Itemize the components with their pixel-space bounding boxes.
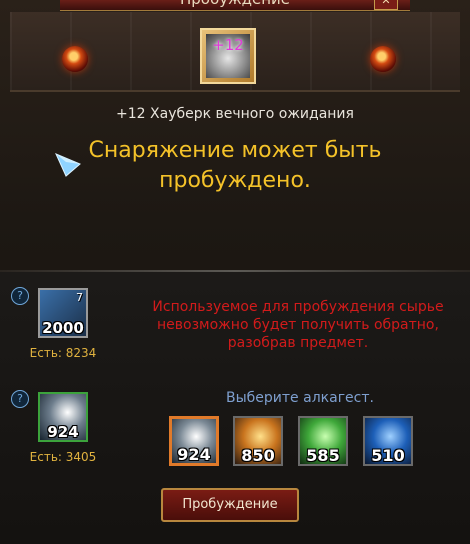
window-title: Пробуждение bbox=[60, 0, 410, 8]
choose-alkahest-label: Выберите алкагест. bbox=[226, 390, 374, 406]
enhance-level: +12 bbox=[212, 36, 244, 54]
alkahest-help-icon[interactable]: ? bbox=[11, 390, 29, 408]
warning-text: Используемое для пробуждения сырье невоз… bbox=[152, 299, 444, 351]
torch-orb-right-icon bbox=[370, 46, 396, 72]
alkahest-option-count: 924 bbox=[177, 445, 211, 464]
awaken-button[interactable]: Пробуждение bbox=[161, 488, 299, 522]
material-slot[interactable]: 7 2000 bbox=[38, 288, 88, 338]
crystal-icon bbox=[55, 153, 81, 177]
title-bar: Пробуждение bbox=[60, 0, 410, 11]
alkahest-option[interactable]: 850 bbox=[233, 416, 283, 466]
material-slot-count: 2000 bbox=[42, 319, 84, 337]
alkahest-option[interactable]: 924 bbox=[169, 416, 219, 466]
material-slot-corner: 7 bbox=[76, 291, 83, 304]
material-help-icon[interactable]: ? bbox=[11, 287, 29, 305]
alkahest-option[interactable]: 510 bbox=[363, 416, 413, 466]
alkahest-have: Есть: 3405 bbox=[29, 450, 97, 464]
alkahest-option-count: 850 bbox=[241, 446, 275, 465]
alkahest-option-count: 510 bbox=[371, 446, 405, 465]
alkahest-option[interactable]: 585 bbox=[298, 416, 348, 466]
item-name: +12 Хауберк вечного ожидания bbox=[116, 106, 354, 122]
material-have: Есть: 8234 bbox=[29, 346, 97, 360]
torch-orb-left-icon bbox=[62, 46, 88, 72]
alkahest-slot[interactable]: 924 bbox=[38, 392, 88, 442]
alkahest-slot-count: 924 bbox=[47, 423, 79, 441]
close-button[interactable]: ✕ bbox=[374, 0, 398, 10]
item-slot[interactable]: +12 bbox=[200, 28, 256, 84]
alkahest-option-count: 585 bbox=[306, 446, 340, 465]
status-message: Снаряжение может быть пробуждено. bbox=[88, 138, 382, 193]
awakening-window: Пробуждение ✕ +12 +12 Хауберк вечного ож… bbox=[0, 0, 470, 544]
